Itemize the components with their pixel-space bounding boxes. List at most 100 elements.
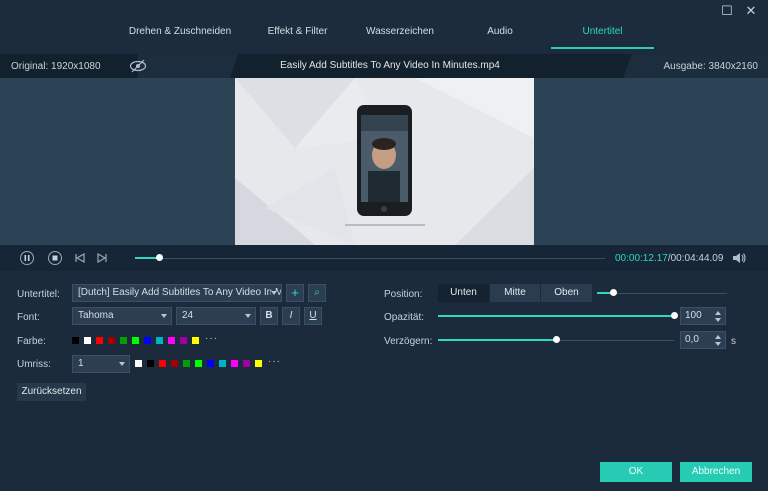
add-subtitle-button[interactable]: + xyxy=(286,284,304,302)
spin-down-icon[interactable] xyxy=(715,342,721,346)
outline-color-swatch[interactable] xyxy=(243,360,250,367)
color-swatch[interactable] xyxy=(132,337,139,344)
color-swatch[interactable] xyxy=(72,337,79,344)
chevron-down-icon xyxy=(119,362,125,366)
chevron-down-icon xyxy=(271,291,277,295)
outline-dropdown[interactable]: 1 xyxy=(72,355,130,373)
original-resolution: Original: 1920x1080 xyxy=(11,61,101,72)
maximize-icon[interactable]: ☐ xyxy=(720,4,734,18)
outline-color-swatch[interactable] xyxy=(195,360,202,367)
opacity-label: Opazität: xyxy=(384,312,425,323)
outline-color-swatch[interactable] xyxy=(147,360,154,367)
more-outline-colors-button[interactable]: ··· xyxy=(268,356,281,367)
delay-slider-fill xyxy=(438,339,556,341)
stop-button[interactable] xyxy=(48,251,62,265)
outline-color-swatch[interactable] xyxy=(231,360,238,367)
tab-audio[interactable]: Audio xyxy=(470,26,530,37)
info-bar-left-shape xyxy=(138,54,238,78)
outline-color-swatch[interactable] xyxy=(207,360,214,367)
timeline-track[interactable] xyxy=(135,258,605,259)
tab-rotate-crop[interactable]: Drehen & Zuschneiden xyxy=(120,26,240,37)
bold-button[interactable]: B xyxy=(260,307,278,325)
color-label: Farbe: xyxy=(17,336,46,347)
position-bottom-button[interactable]: Unten xyxy=(438,284,489,302)
color-swatch[interactable] xyxy=(84,337,91,344)
current-time: 00:00:12.17 xyxy=(615,253,668,264)
output-resolution: Ausgabe: 3840x2160 xyxy=(663,61,758,72)
total-time: /00:04:44.09 xyxy=(667,253,724,264)
subtitle-label: Untertitel: xyxy=(17,289,60,300)
font-family-dropdown[interactable]: Tahoma xyxy=(72,307,172,325)
outline-label: Umriss: xyxy=(17,359,51,370)
spin-up-icon[interactable] xyxy=(715,335,721,339)
stop-icon xyxy=(52,255,58,261)
pause-icon xyxy=(24,255,30,261)
volume-icon[interactable] xyxy=(731,251,747,265)
subtitle-dropdown[interactable]: [Dutch] Easily Add Subtitles To Any Vide… xyxy=(72,284,282,302)
tab-watermark[interactable]: Wasserzeichen xyxy=(360,26,440,37)
color-swatch[interactable] xyxy=(168,337,175,344)
position-top-button[interactable]: Oben xyxy=(541,284,592,302)
outline-value: 1 xyxy=(78,358,84,369)
previous-frame-icon[interactable] xyxy=(74,252,86,264)
outline-color-swatch[interactable] xyxy=(135,360,142,367)
outline-color-swatches xyxy=(135,360,275,368)
spin-down-icon[interactable] xyxy=(715,318,721,322)
cancel-button[interactable]: Abbrechen xyxy=(680,462,752,482)
outline-color-swatch[interactable] xyxy=(219,360,226,367)
outline-color-swatch[interactable] xyxy=(171,360,178,367)
position-label: Position: xyxy=(384,289,423,300)
more-colors-button[interactable]: ··· xyxy=(205,333,218,344)
delay-value: 0,0 xyxy=(685,334,699,345)
font-size-dropdown[interactable]: 24 xyxy=(176,307,256,325)
color-swatch[interactable] xyxy=(120,337,127,344)
position-slider-knob[interactable] xyxy=(610,289,617,296)
chevron-down-icon xyxy=(245,314,251,318)
underline-button[interactable]: U xyxy=(304,307,322,325)
next-frame-icon[interactable] xyxy=(96,252,108,264)
delay-slider-track[interactable] xyxy=(560,340,674,341)
pause-button[interactable] xyxy=(20,251,34,265)
spin-up-icon[interactable] xyxy=(715,311,721,315)
opacity-value: 100 xyxy=(685,310,702,321)
eye-hidden-icon[interactable] xyxy=(129,59,147,73)
outline-color-swatch[interactable] xyxy=(255,360,262,367)
delay-slider-knob[interactable] xyxy=(553,336,560,343)
position-middle-button[interactable]: Mitte xyxy=(490,284,540,302)
active-tab-indicator xyxy=(551,47,654,49)
delay-unit: s xyxy=(731,336,736,347)
font-family-value: Tahoma xyxy=(78,310,114,321)
outline-color-swatch[interactable] xyxy=(183,360,190,367)
color-swatch[interactable] xyxy=(108,337,115,344)
outline-color-swatch[interactable] xyxy=(159,360,166,367)
color-swatches xyxy=(72,337,212,345)
opacity-input[interactable]: 100 xyxy=(680,307,726,325)
color-swatch[interactable] xyxy=(96,337,103,344)
opacity-slider-fill xyxy=(438,315,674,317)
delay-label: Verzögern: xyxy=(384,336,433,347)
opacity-slider-knob[interactable] xyxy=(671,312,678,319)
video-preview xyxy=(235,78,534,245)
video-filename: Easily Add Subtitles To Any Video In Min… xyxy=(280,60,500,71)
ok-button[interactable]: OK xyxy=(600,462,672,482)
timeline-knob[interactable] xyxy=(156,254,163,261)
italic-button[interactable]: I xyxy=(282,307,300,325)
color-swatch[interactable] xyxy=(192,337,199,344)
color-swatch[interactable] xyxy=(144,337,151,344)
close-icon[interactable]: ✕ xyxy=(744,4,758,18)
chevron-down-icon xyxy=(161,314,167,318)
color-swatch[interactable] xyxy=(180,337,187,344)
time-display: 00:00:12.17/00:04:44.09 xyxy=(615,253,723,264)
subtitle-dropdown-value: [Dutch] Easily Add Subtitles To Any Vide… xyxy=(78,287,281,298)
search-subtitle-button[interactable]: ⌕ xyxy=(308,284,326,302)
font-size-value: 24 xyxy=(182,310,194,321)
color-swatch[interactable] xyxy=(156,337,163,344)
video-frame-graphic xyxy=(235,78,534,245)
tab-subtitle[interactable]: Untertitel xyxy=(551,26,654,37)
delay-input[interactable]: 0,0 xyxy=(680,331,726,349)
tab-effect-filter[interactable]: Effekt & Filter xyxy=(255,26,340,37)
font-label: Font: xyxy=(17,312,40,323)
reset-button[interactable]: Zurücksetzen xyxy=(17,383,86,401)
subtitle-settings-panel xyxy=(0,271,768,491)
position-slider-track[interactable] xyxy=(617,293,727,294)
